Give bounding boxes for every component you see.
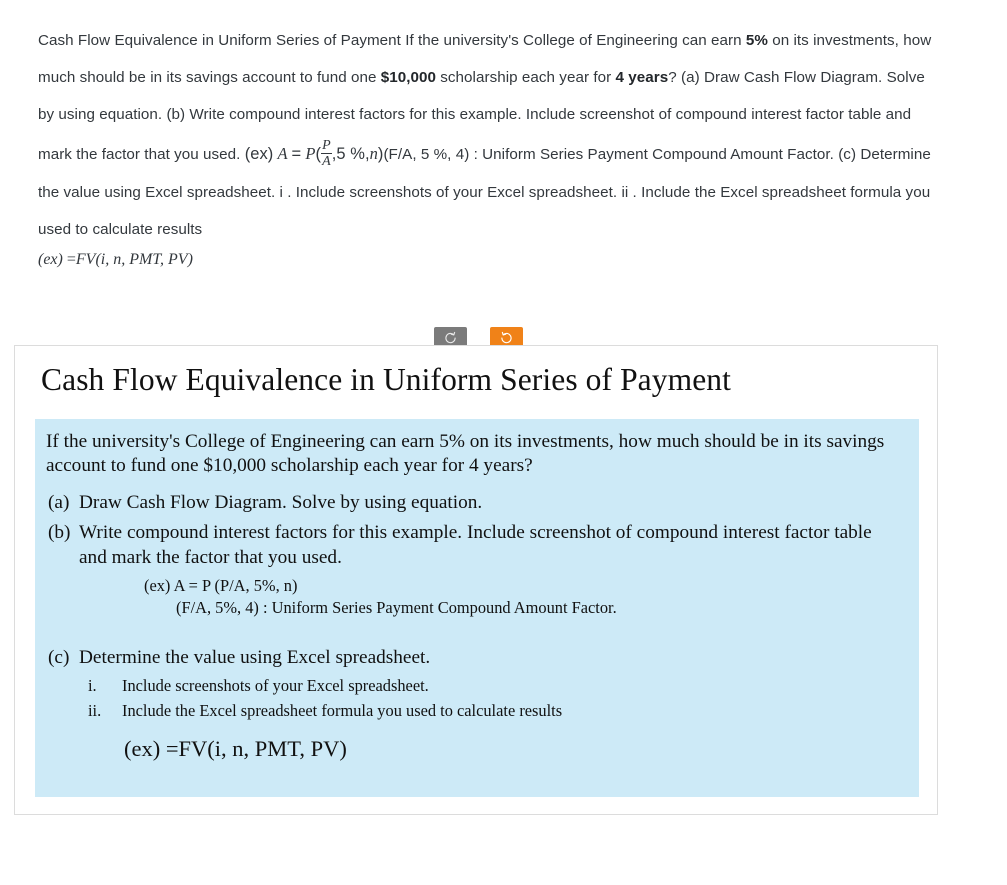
formula-lhs: A xyxy=(277,143,288,163)
item-text-a: Draw Cash Flow Diagram. Solve by using e… xyxy=(79,491,483,513)
question-segment-1: 5% xyxy=(745,32,768,49)
formula-n: n xyxy=(369,143,378,163)
question-segment-3: $10,000 xyxy=(380,69,436,87)
list-item: i. Include screenshots of your Excel spr… xyxy=(88,675,909,697)
final-formula-equals: = xyxy=(66,251,76,268)
example-formula-line-2: (F/A, 5%, 4) : Uniform Series Payment Co… xyxy=(176,597,617,617)
formula-rate: 5 % xyxy=(336,144,365,163)
formula-equals: = xyxy=(291,144,302,163)
question-segment-4: scholarship each year for xyxy=(436,69,616,87)
example-formula-line-1: (ex) A = P (P/A, 5%, n) xyxy=(144,575,298,595)
final-formula-fn: FV xyxy=(75,251,96,268)
list-item: ii. Include the Excel spreadsheet formul… xyxy=(88,700,909,722)
roman-label-ii: ii. xyxy=(88,701,102,721)
roman-label-i: i. xyxy=(88,676,97,696)
item-text-c: Determine the value using Excel spreadsh… xyxy=(79,647,431,669)
question-segment-0: Cash Flow Equivalence in Uniform Series … xyxy=(38,32,746,49)
roman-text-ii: Include the Excel spreadsheet formula yo… xyxy=(122,701,563,721)
final-formula-ex-label: (ex) xyxy=(38,251,63,268)
question-restatement: Cash Flow Equivalence in Uniform Series … xyxy=(38,22,942,249)
formula-p: P xyxy=(305,143,316,163)
formula-fraction-p-over-a: PA xyxy=(321,137,332,170)
fraction-numerator: P xyxy=(322,137,331,153)
highlighted-problem-panel: If the university's College of Engineeri… xyxy=(35,419,919,797)
rotate-cw-icon xyxy=(500,331,513,344)
list-item: (b) Write compound interest factors for … xyxy=(46,520,909,570)
list-item: (a) Draw Cash Flow Diagram. Solve by usi… xyxy=(46,490,909,515)
answer-card: Cash Flow Equivalence in Uniform Series … xyxy=(14,345,938,815)
final-formula-args: (i, n, PMT, PV) xyxy=(95,251,193,268)
question-final-formula: (ex) =FV(i, n, PMT, PV) xyxy=(38,251,193,269)
rotate-ccw-icon xyxy=(444,331,457,344)
roman-text-i: Include screenshots of your Excel spread… xyxy=(122,676,429,696)
question-segment-5: 4 years xyxy=(615,69,669,87)
list-item: (c) Determine the value using Excel spre… xyxy=(46,645,909,670)
inline-formula: (ex) A = P(P A ,5 %,n) xyxy=(244,138,384,169)
card-title: Cash Flow Equivalence in Uniform Series … xyxy=(41,362,732,397)
formula-ex-label: (ex) xyxy=(244,144,274,163)
fraction-denominator: A xyxy=(322,153,331,169)
item-label-a: (a) xyxy=(48,491,70,513)
excel-formula-example: (ex) =FV(i, n, PMT, PV) xyxy=(124,735,347,761)
formula-factor-label: (F/A, 5 %, 4) : xyxy=(383,145,478,163)
item-label-c: (c) xyxy=(48,647,70,669)
item-label-b: (b) xyxy=(48,521,71,543)
problem-statement: If the university's College of Engineeri… xyxy=(46,431,885,477)
item-text-b: Write compound interest factors for this… xyxy=(79,521,872,568)
question-text-part-1: Cash Flow Equivalence in Uniform Series … xyxy=(38,32,931,163)
